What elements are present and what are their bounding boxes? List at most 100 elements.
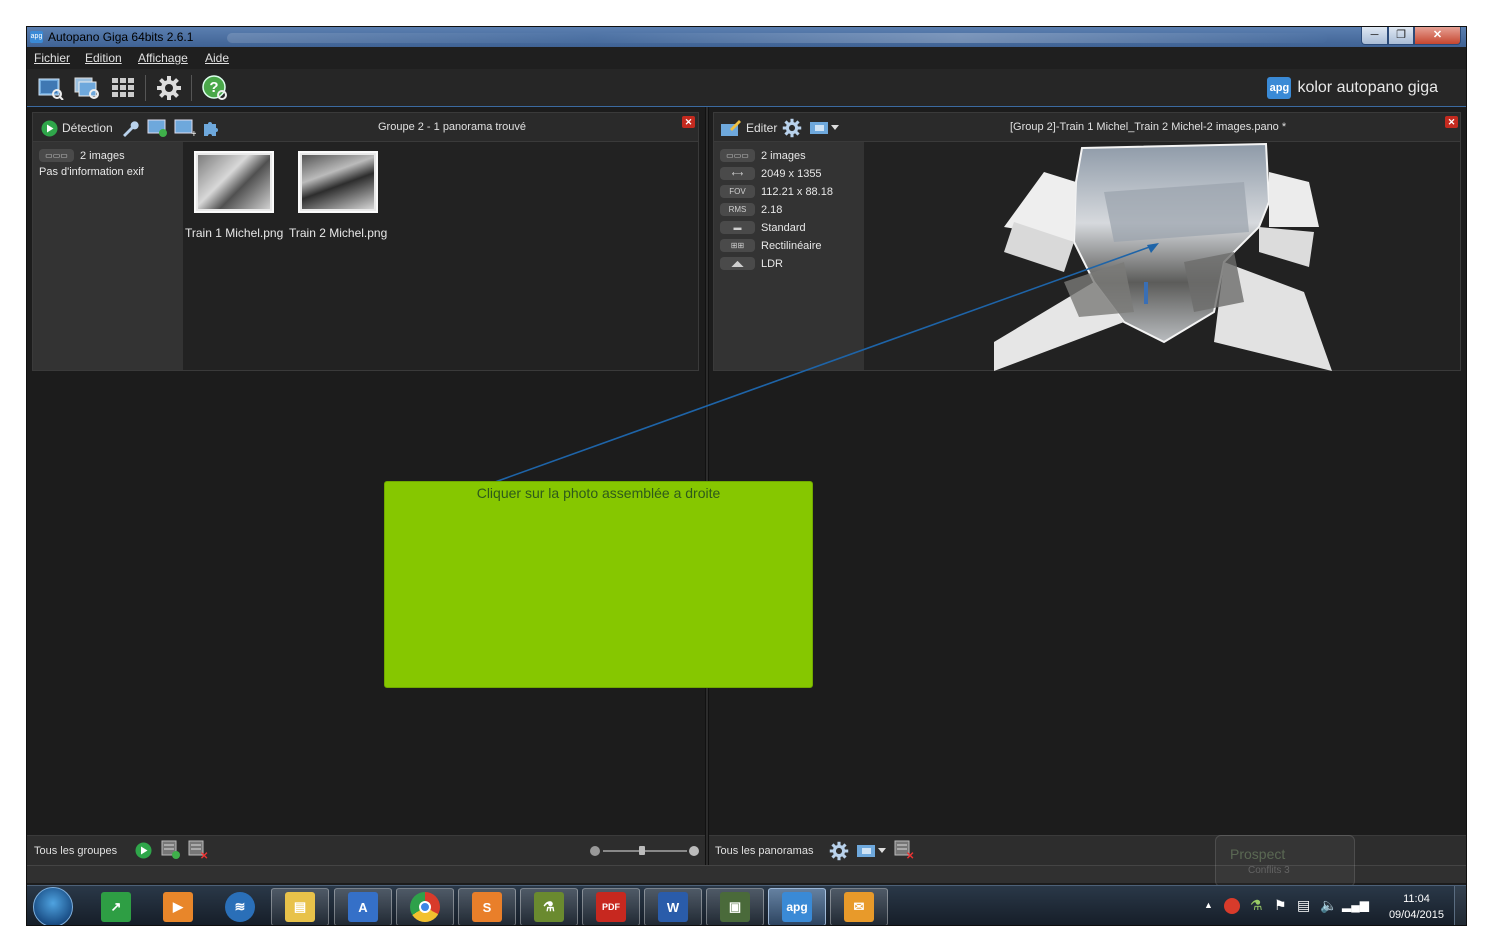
play-all-icon[interactable] <box>135 842 152 859</box>
flask-icon: ⚗ <box>534 892 564 922</box>
tray-app-icon[interactable] <box>1224 898 1240 914</box>
info-rms: RMS 2.18 <box>720 203 782 216</box>
render-dropdown-icon[interactable] <box>809 118 841 138</box>
info-quality: ▬ Standard <box>720 221 806 234</box>
thumbnail-image[interactable] <box>194 151 274 213</box>
brand-name: kolor autopano giga <box>1297 79 1438 96</box>
svg-text:?: ? <box>209 79 218 96</box>
toolbar-separator <box>145 75 146 101</box>
taskbar-pdf-app[interactable]: PDF <box>582 888 640 925</box>
action-center-flag-icon[interactable]: ⚑ <box>1274 897 1287 914</box>
start-button[interactable] <box>33 887 73 925</box>
menu-aide[interactable]: Aide <box>205 51 229 65</box>
taskbar-sublime-app[interactable]: S <box>458 888 516 925</box>
images-count: 2 images <box>761 149 806 162</box>
wrench-icon[interactable] <box>120 118 140 138</box>
trend-icon: ↗ <box>101 892 131 922</box>
taskbar-autopano-app[interactable]: apg <box>768 888 826 925</box>
minimize-button[interactable]: ─ <box>1361 27 1388 45</box>
clock-date: 09/04/2015 <box>1388 909 1444 921</box>
info-projection: ⊞⊞ Rectilinéaire <box>720 239 822 252</box>
zoom-out-icon[interactable] <box>590 846 600 856</box>
taskbar-autodesk-app[interactable]: A <box>334 888 392 925</box>
tray-expand-icon[interactable]: ▲ <box>1204 900 1213 910</box>
panorama-panel: Editer [Group 2]-Train 1 Michel_Train 2 … <box>713 112 1461 371</box>
puzzle-icon[interactable] <box>201 118 221 138</box>
taskbar-explorer-app[interactable]: ▤ <box>271 888 329 925</box>
menu-edition[interactable]: Edition <box>85 51 122 65</box>
detect-folder-icon[interactable] <box>73 74 101 102</box>
info-exif: Pas d'information exif <box>39 166 144 178</box>
menu-fichier[interactable]: Fichier <box>34 51 70 65</box>
remove-panorama-icon[interactable]: ✕ <box>894 840 914 860</box>
taskbar-wifi-app[interactable]: ≋ <box>211 888 269 925</box>
edit-button[interactable]: Editer <box>720 118 777 138</box>
thumbnail-image[interactable] <box>298 151 378 213</box>
pdf-icon: PDF <box>596 892 626 922</box>
chrome-icon <box>410 892 440 922</box>
ghost-title: Prospect <box>1230 846 1286 862</box>
network-icon[interactable]: ▤ <box>1297 897 1310 914</box>
panorama-info-column: ▭▭▭ 2 images ⟷ 2049 x 1355 FOV 112.21 x … <box>714 142 864 370</box>
group-panel-header: Détection + Groupe 2 - 1 panorama trouvé… <box>33 113 698 142</box>
panorama-rms: 2.18 <box>761 203 783 216</box>
panoramas-settings-icon[interactable] <box>829 841 849 861</box>
signal-icon[interactable]: ▂▄▆ <box>1342 898 1369 912</box>
title-bar: apg Autopano Giga 64bits 2.6.1 ─ ❐ ✕ <box>27 27 1466 47</box>
close-panel-icon[interactable]: ✕ <box>1445 116 1458 128</box>
add-group-icon[interactable] <box>161 840 181 860</box>
close-window-button[interactable]: ✕ <box>1414 27 1461 45</box>
taskbar-chrome-app[interactable] <box>396 888 454 925</box>
clock[interactable]: 11:04 09/04/2015 <box>1389 891 1444 923</box>
wifi-icon: ≋ <box>225 892 255 922</box>
add-group-icon[interactable]: + <box>174 118 196 138</box>
maximize-button[interactable]: ❐ <box>1388 27 1414 45</box>
panorama-size: 2049 x 1355 <box>761 167 822 180</box>
show-desktop-button[interactable] <box>1454 886 1466 925</box>
batch-icon[interactable] <box>109 74 137 102</box>
panorama-projection: Rectilinéaire <box>761 239 822 252</box>
zoom-in-icon[interactable] <box>689 846 699 856</box>
panorama-preview[interactable] <box>864 142 1461 371</box>
close-panel-icon[interactable]: ✕ <box>682 116 695 128</box>
render-all-dropdown-icon[interactable] <box>855 843 889 859</box>
taskbar-trend-app[interactable]: ↗ <box>87 888 145 925</box>
taskbar-word-app[interactable]: W <box>644 888 702 925</box>
taskbar-media-app[interactable]: ▶ <box>149 888 207 925</box>
open-images-icon[interactable] <box>37 74 65 102</box>
system-tray: ▲ ⚗ ⚑ ▤ 🔈 ▂▄▆ 11:04 09/04/2015 <box>1176 886 1466 925</box>
size-arrow-icon: ⟷ <box>720 167 755 180</box>
app-window: apg Autopano Giga 64bits 2.6.1 ─ ❐ ✕ Fic… <box>26 26 1467 926</box>
edit-label: Editer <box>746 121 778 135</box>
explorer-icon: ▤ <box>285 892 315 922</box>
add-image-icon[interactable] <box>147 118 169 138</box>
remove-group-icon[interactable]: ✕ <box>188 840 208 860</box>
group-panel: Détection + Groupe 2 - 1 panorama trouvé… <box>32 112 699 371</box>
info-images: ▭▭▭ 2 images <box>720 149 806 162</box>
settings-gear-icon[interactable] <box>155 74 183 102</box>
edit-icon <box>721 120 741 136</box>
ldr-icon: ◢◣ <box>720 257 755 270</box>
svg-text:+: + <box>191 129 196 138</box>
taskbar-outlook-app[interactable]: ✉ <box>830 888 888 925</box>
menu-bar: Fichier Edition Affichage Aide <box>27 47 1466 69</box>
panorama-settings-icon[interactable] <box>782 118 802 138</box>
thumbnail-label: Train 1 Michel.png <box>185 226 284 240</box>
volume-muted-icon[interactable]: 🔈 <box>1320 897 1337 914</box>
fov-badge: FOV <box>720 185 755 198</box>
apg-icon: apg <box>782 892 812 922</box>
help-icon[interactable]: ? <box>201 74 229 102</box>
tray-flask-icon[interactable]: ⚗ <box>1250 897 1263 914</box>
annotation-callout: Cliquer sur la photo assemblée a droite <box>384 481 813 688</box>
taskbar-flask-app[interactable]: ⚗ <box>520 888 578 925</box>
taskbar-remote-desktop-app[interactable]: ▣ <box>706 888 764 925</box>
panorama-range: LDR <box>761 257 784 270</box>
groups-bottom-bar: Tous les groupes ✕ <box>27 835 705 865</box>
outlook-icon: ✉ <box>844 892 874 922</box>
detect-button[interactable]: Détection <box>41 118 113 138</box>
menu-affichage[interactable]: Affichage <box>138 51 188 65</box>
thumbnail-label: Train 2 Michel.png <box>289 226 388 240</box>
images-count-icon: ▭▭▭ <box>720 149 755 162</box>
thumbnail-size-slider[interactable] <box>603 850 687 852</box>
slider-handle[interactable] <box>639 846 645 855</box>
